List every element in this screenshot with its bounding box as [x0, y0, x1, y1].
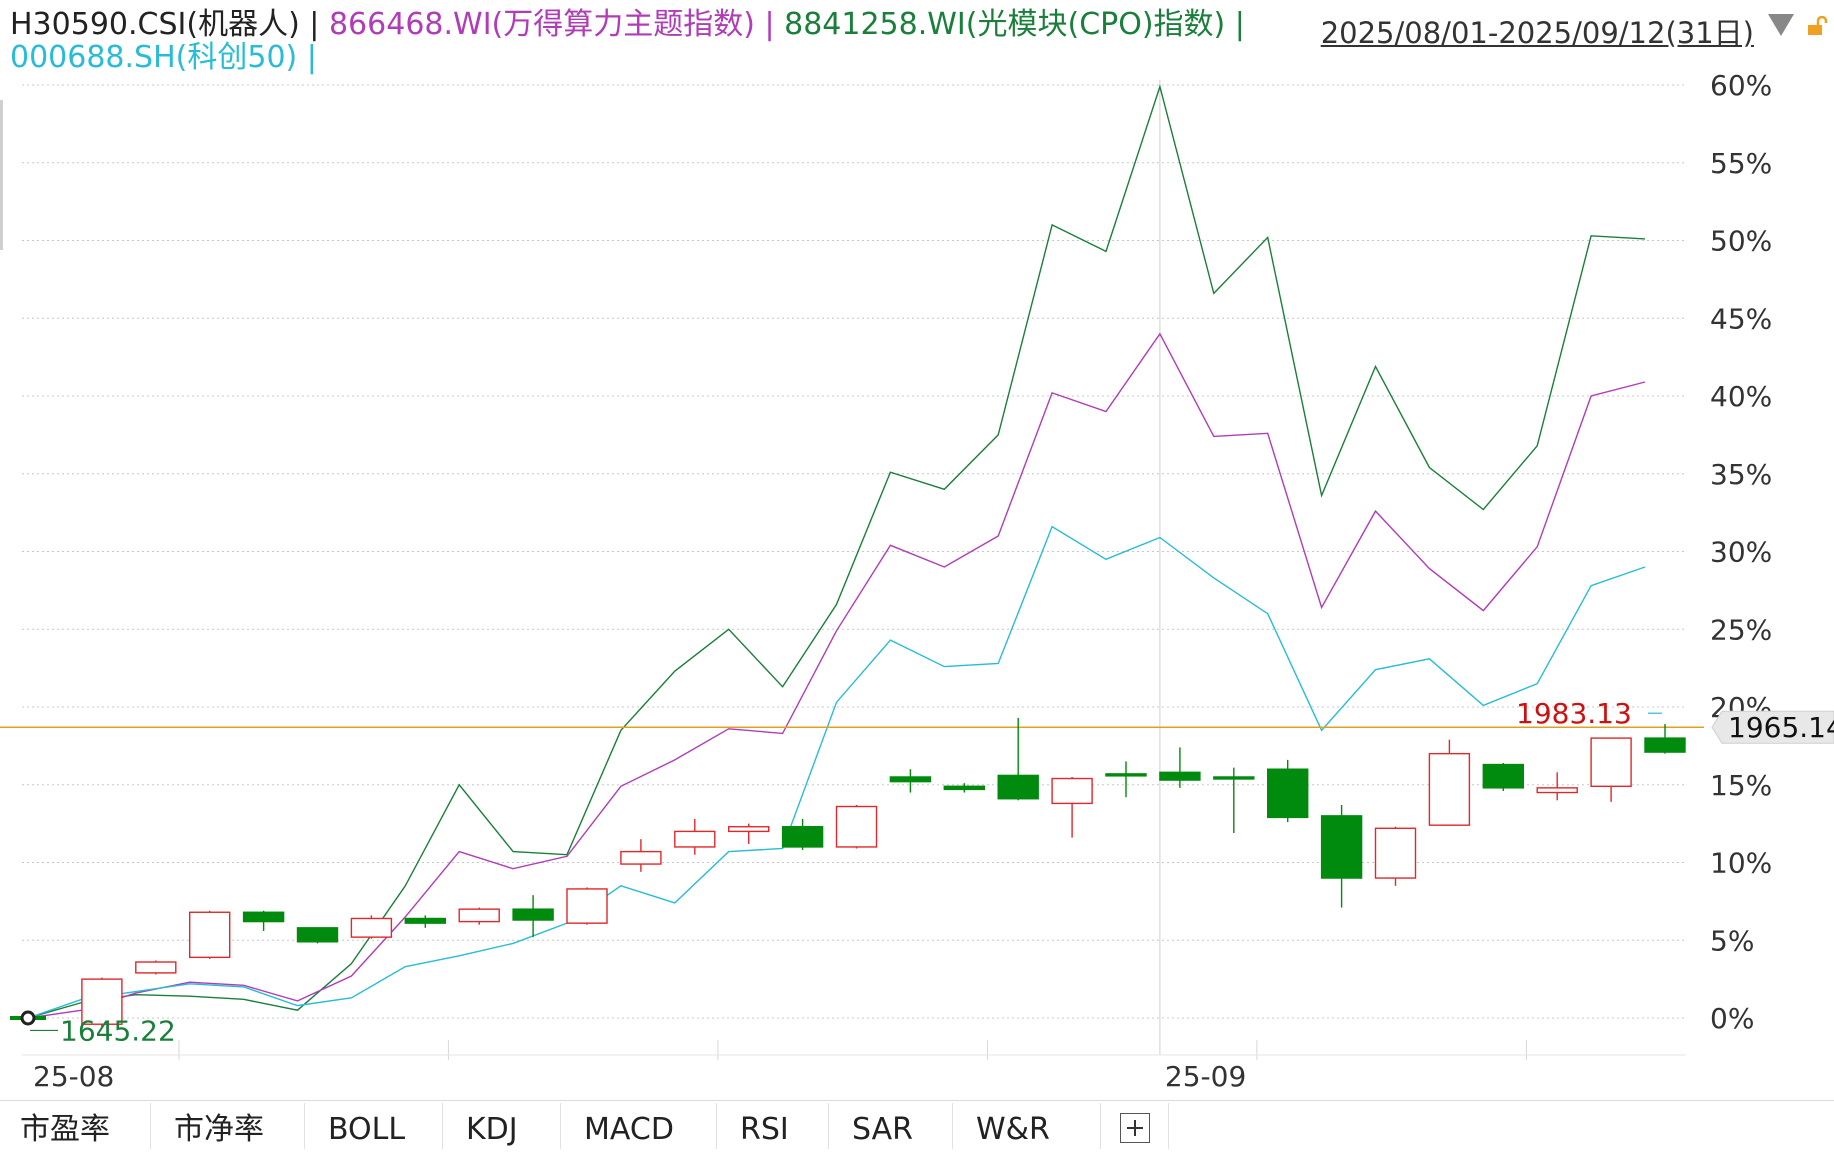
series-line-2 [27, 525, 1646, 1019]
y-tick-label: 15% [1710, 769, 1772, 802]
candle-body [1590, 737, 1632, 788]
indicator-tab[interactable]: W&R [976, 1101, 1050, 1149]
candle [1482, 762, 1525, 791]
x-tick-label: 25-08 [33, 1060, 114, 1093]
candle [1105, 761, 1147, 798]
candle-body [889, 776, 932, 783]
candle [835, 804, 878, 849]
candle-body [1374, 827, 1417, 879]
candle [1320, 804, 1363, 908]
candle [188, 910, 231, 959]
candle [1159, 747, 1201, 788]
indicator-tab[interactable]: RSI [740, 1101, 789, 1149]
candle-body [1644, 737, 1686, 753]
candle [1644, 724, 1686, 754]
y-tick-label: 40% [1710, 380, 1772, 413]
candle [242, 910, 285, 931]
tab-separator [716, 1103, 717, 1149]
candle-body [1320, 815, 1363, 879]
candle-body [135, 961, 177, 974]
candle [296, 927, 339, 944]
candle [1590, 737, 1632, 802]
tab-separator [1168, 1103, 1169, 1149]
tab-separator [304, 1103, 305, 1149]
indicator-tab[interactable]: 市净率 [174, 1101, 264, 1149]
tab-separator [828, 1103, 829, 1149]
candle-body [835, 805, 878, 848]
candle-body [404, 917, 446, 924]
min-value-label: 1645.22 [60, 1014, 176, 1047]
indicator-tab[interactable]: KDJ [466, 1101, 518, 1149]
indicator-tab[interactable]: 市盈率 [20, 1101, 110, 1149]
candle [728, 823, 770, 844]
chart-area: 60%55%50%45%40%35%30%25%20%15%10%5%0%25-… [0, 69, 1834, 1093]
candle-body [296, 927, 339, 943]
indicator-tab[interactable]: MACD [584, 1101, 674, 1149]
candle-body [1536, 787, 1578, 794]
candle-body [1159, 771, 1201, 781]
candle-body [1266, 768, 1309, 819]
y-tick-label: 60% [1710, 69, 1772, 102]
candle-body [674, 830, 716, 848]
candle [566, 887, 608, 925]
indicator-tab[interactable]: SAR [852, 1101, 913, 1149]
tab-separator [952, 1103, 953, 1149]
candle-body [728, 826, 770, 833]
candle-body [188, 911, 231, 959]
candle [1374, 826, 1417, 886]
candle-body [512, 908, 554, 921]
candle-body [620, 850, 662, 865]
candle [889, 769, 932, 793]
add-indicator-button[interactable] [1120, 1113, 1150, 1143]
y-tick-label: 30% [1710, 536, 1772, 569]
y-tick-label: 5% [1710, 924, 1754, 957]
max-value-label: 1983.13 [1516, 697, 1632, 730]
candle [1266, 759, 1309, 823]
reference-value-label: 1965.14 [1728, 711, 1834, 744]
indicator-tab-bar: 市盈率 市净率 BOLL KDJ MACD RSI SAR W&R [0, 1100, 1834, 1149]
tab-separator [1100, 1103, 1101, 1149]
indicator-tab[interactable]: BOLL [328, 1101, 405, 1149]
y-tick-label: 50% [1710, 225, 1772, 258]
candle [1213, 767, 1255, 833]
candle-body [997, 774, 1039, 800]
candle [997, 717, 1039, 801]
candle [404, 915, 446, 928]
y-tick-label: 0% [1710, 1002, 1754, 1035]
candle [1051, 776, 1093, 838]
candle-body [458, 908, 500, 923]
tab-separator [442, 1103, 443, 1149]
x-tick-label: 25-09 [1165, 1060, 1246, 1093]
candle-body [350, 917, 393, 938]
candle [350, 915, 393, 939]
y-tick-label: 25% [1710, 613, 1772, 646]
tab-separator [560, 1103, 561, 1149]
candle-body [1482, 763, 1525, 789]
candle [1428, 739, 1471, 826]
y-tick-label: 55% [1710, 147, 1772, 180]
tab-separator [150, 1103, 151, 1149]
candle-body [1213, 776, 1255, 780]
reference-value-tag: 1965.14 [1711, 710, 1834, 744]
start-point-marker [20, 1010, 36, 1026]
y-tick-label: 35% [1710, 458, 1772, 491]
candle-body [1105, 773, 1147, 777]
candle [674, 818, 716, 855]
candle-body [566, 888, 608, 924]
candle [135, 960, 177, 975]
candle [781, 818, 824, 851]
candle-body [1051, 777, 1093, 805]
y-tick-label: 45% [1710, 302, 1772, 335]
candle [620, 839, 662, 872]
y-tick-label: 10% [1710, 847, 1772, 880]
candle [458, 907, 500, 925]
candle-body [1428, 752, 1471, 826]
candle-body [781, 826, 824, 848]
candle-body [943, 785, 985, 791]
candle-body [242, 911, 285, 923]
candle [1536, 772, 1578, 801]
